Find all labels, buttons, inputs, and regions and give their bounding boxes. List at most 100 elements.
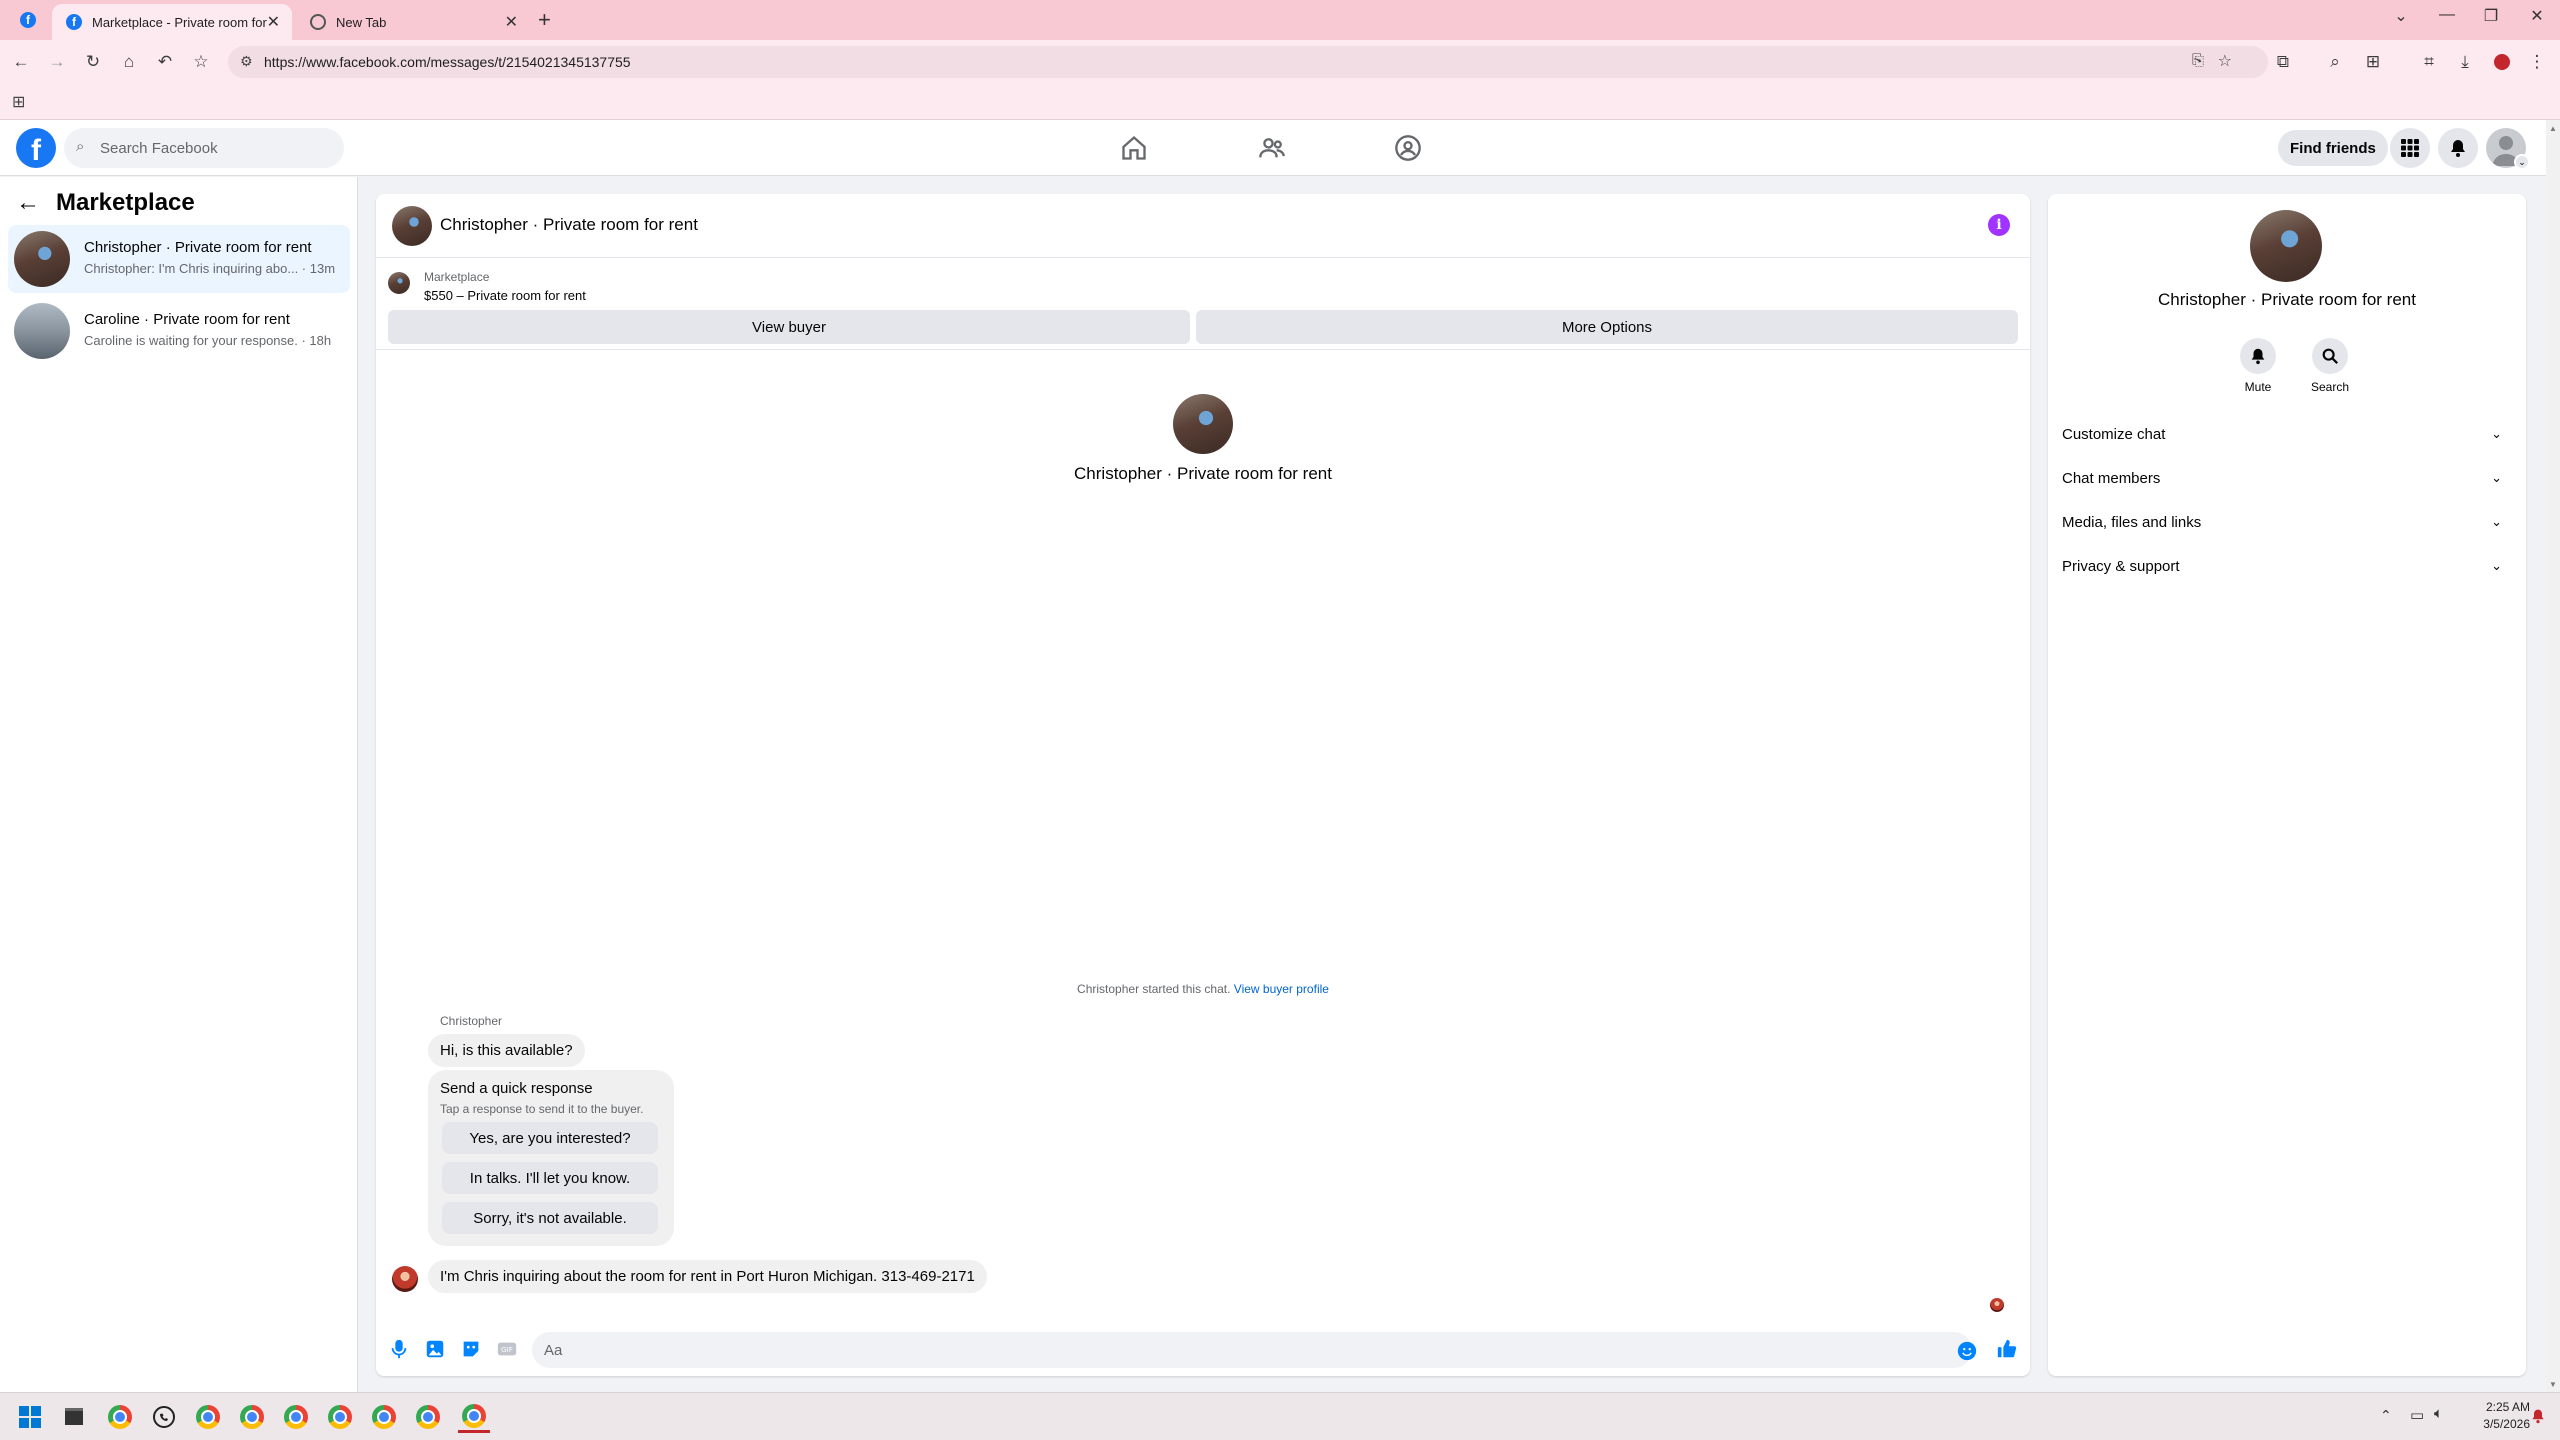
chrome-active-icon[interactable] xyxy=(458,1401,490,1433)
home-icon[interactable]: ⌂ xyxy=(118,52,140,72)
quick-response-option[interactable]: Yes, are you interested? xyxy=(442,1122,658,1154)
sender-avatar xyxy=(392,1266,418,1292)
customize-chat-section[interactable]: Customize chat ⌄ xyxy=(2060,412,2514,456)
close-tab-icon[interactable]: ✕ xyxy=(267,12,280,32)
menu-dots-icon[interactable]: ⋮ xyxy=(2526,52,2548,72)
chat-avatar[interactable] xyxy=(392,206,432,246)
site-info-icon[interactable]: ⚙ xyxy=(240,53,253,70)
chrome-profile-icon[interactable] xyxy=(280,1401,312,1433)
zoom-icon[interactable]: ⌕ xyxy=(2324,52,2346,72)
mute-button[interactable]: Mute xyxy=(2228,338,2288,394)
section-label: Media, files and links xyxy=(2062,513,2202,531)
volume-icon[interactable]: 🔈︎ xyxy=(2434,1405,2443,1422)
conversation-item[interactable]: Caroline · Private room for rent Carolin… xyxy=(8,297,350,365)
chrome-profile-icon[interactable] xyxy=(412,1401,444,1433)
chrome-icon[interactable] xyxy=(104,1401,136,1433)
tab-search-icon[interactable]: f xyxy=(20,12,36,28)
back-arrow-icon[interactable]: ← xyxy=(16,189,42,217)
crop-icon[interactable]: ⌗ xyxy=(2418,52,2440,72)
sticker-icon[interactable] xyxy=(460,1338,482,1360)
listing-price[interactable]: $550 – Private room for rent xyxy=(424,288,586,303)
quick-response-option[interactable]: Sorry, it's not available. xyxy=(442,1202,658,1234)
chevron-down-icon: ⌄ xyxy=(2491,514,2502,529)
restore-button[interactable]: ❐ xyxy=(2476,6,2506,26)
chrome-profile-icon[interactable] xyxy=(324,1401,356,1433)
marketplace-inbox: ← Marketplace Christopher · Private room… xyxy=(0,177,358,1393)
chrome-profile-icon[interactable] xyxy=(236,1401,268,1433)
chevron-down-icon: ⌄ xyxy=(2491,558,2502,573)
browser-tab-bar: f f Marketplace - Private room for ✕ New… xyxy=(0,0,2560,40)
tab-list-chevron-icon[interactable]: ⌄ xyxy=(2386,6,2416,26)
system-clock[interactable]: 2:25 AM 3/5/2026 xyxy=(2452,1399,2530,1433)
tab-marketplace[interactable]: f Marketplace - Private room for ✕ xyxy=(52,4,292,40)
close-window-button[interactable]: ✕ xyxy=(2522,6,2552,26)
download-icon[interactable]: ⤓ xyxy=(2454,52,2476,72)
chat-members-section[interactable]: Chat members ⌄ xyxy=(2060,456,2514,500)
facebook-logo-icon[interactable]: f xyxy=(16,128,56,168)
menu-grid-icon[interactable] xyxy=(2390,128,2430,168)
scroll-up-icon[interactable]: ▲ xyxy=(2549,124,2557,133)
page-scrollbar[interactable]: ▲ ▼ xyxy=(2546,120,2560,1393)
address-bar[interactable]: ⚙ https://www.facebook.com/messages/t/21… xyxy=(228,46,2268,78)
close-tab-icon[interactable]: ✕ xyxy=(505,12,518,32)
seen-avatar xyxy=(1990,1298,2004,1312)
search-input[interactable] xyxy=(100,128,330,168)
url-text[interactable]: https://www.facebook.com/messages/t/2154… xyxy=(264,54,631,70)
bell-icon xyxy=(2240,338,2276,374)
notifications-bell-icon[interactable] xyxy=(2438,128,2478,168)
chat-title[interactable]: Christopher · Private room for rent xyxy=(440,215,698,235)
minimize-button[interactable]: — xyxy=(2432,6,2462,24)
tab-title: Marketplace - Private room for xyxy=(92,14,267,30)
profile-icon[interactable] xyxy=(2494,54,2510,70)
thumbs-up-icon[interactable] xyxy=(1996,1338,2018,1360)
apps-grid-icon[interactable]: ⊞ xyxy=(2362,52,2384,72)
friends-nav-icon[interactable] xyxy=(1258,134,1286,162)
view-buyer-button[interactable]: View buyer xyxy=(388,310,1190,344)
undo-icon[interactable]: ↶ xyxy=(154,52,176,72)
clock-date: 3/5/2026 xyxy=(2483,1417,2530,1431)
info-icon[interactable]: i xyxy=(1988,214,2010,236)
forward-icon[interactable]: → xyxy=(46,52,68,72)
extensions-icon[interactable]: ⧉ xyxy=(2272,52,2294,72)
message-composer: GIF xyxy=(376,1324,2030,1376)
reload-icon[interactable]: ↻ xyxy=(82,52,104,72)
message-input[interactable] xyxy=(532,1332,1972,1368)
home-nav-icon[interactable] xyxy=(1120,134,1148,162)
gif-icon[interactable]: GIF xyxy=(496,1338,518,1360)
windows-start-icon[interactable] xyxy=(14,1401,46,1433)
more-options-button[interactable]: More Options xyxy=(1196,310,2018,344)
task-view-icon[interactable] xyxy=(58,1401,90,1433)
tab-new-tab[interactable]: New Tab ✕ xyxy=(296,4,530,40)
clock-time: 2:25 AM xyxy=(2485,1400,2530,1414)
back-icon[interactable]: ← xyxy=(10,52,32,72)
search-button[interactable]: Search xyxy=(2300,338,2360,394)
facebook-search[interactable]: ⌕ xyxy=(64,128,344,168)
install-app-icon[interactable]: ⎘ xyxy=(2192,52,2204,69)
inbox-header: ← Marketplace xyxy=(16,189,195,217)
account-chevron-icon[interactable]: ⌄ xyxy=(2514,154,2530,170)
notification-bell-icon[interactable] xyxy=(2530,1407,2546,1430)
groups-nav-icon[interactable] xyxy=(1394,134,1422,162)
emoji-icon[interactable] xyxy=(1956,1340,1978,1362)
tray-chevron-icon[interactable]: ⌃ xyxy=(2380,1407,2392,1424)
network-icon[interactable]: ▭ xyxy=(2410,1406,2424,1424)
bookmark-star-icon[interactable]: ☆ xyxy=(190,52,212,72)
new-tab-button[interactable]: + xyxy=(538,7,551,33)
find-friends-button[interactable]: Find friends xyxy=(2278,130,2388,166)
media-files-links-section[interactable]: Media, files and links ⌄ xyxy=(2060,500,2514,544)
whatsapp-icon[interactable] xyxy=(148,1401,180,1433)
apps-icon[interactable]: ⊞ xyxy=(12,92,25,112)
search-label: Search xyxy=(2310,380,2350,394)
microphone-icon[interactable] xyxy=(388,1338,410,1360)
privacy-support-section[interactable]: Privacy & support ⌄ xyxy=(2060,544,2514,588)
quick-response-option[interactable]: In talks. I'll let you know. xyxy=(442,1162,658,1194)
star-icon[interactable]: ☆ xyxy=(2218,51,2232,71)
scroll-down-icon[interactable]: ▼ xyxy=(2549,1380,2557,1389)
photo-icon[interactable] xyxy=(424,1338,446,1360)
avatar xyxy=(14,303,70,359)
chrome-profile-icon[interactable] xyxy=(192,1401,224,1433)
conversation-item[interactable]: Christopher · Private room for rent Chri… xyxy=(8,225,350,293)
chrome-profile-icon[interactable] xyxy=(368,1401,400,1433)
view-buyer-profile-link[interactable]: View buyer profile xyxy=(1234,982,1329,996)
message-bubble: Hi, is this available? xyxy=(428,1034,585,1067)
